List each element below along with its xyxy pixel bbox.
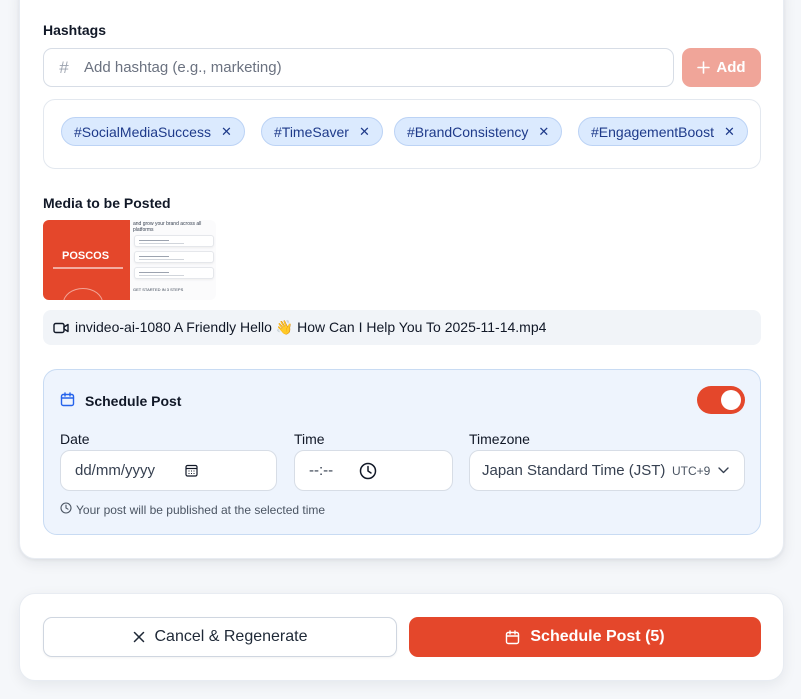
date-label: Date <box>60 431 90 447</box>
calendar-icon <box>506 629 520 644</box>
thumbnail-brand-panel: POSCOS <box>43 220 130 300</box>
hashtag-chip: #EngagementBoost ✕ <box>578 117 748 146</box>
timezone-offset: UTC+9 <box>672 463 711 478</box>
calendar-icon <box>60 392 75 412</box>
plus-icon <box>697 61 711 74</box>
add-hashtag-label: Add <box>716 59 746 76</box>
schedule-post-label: Schedule Post (5) <box>530 628 665 645</box>
remove-tag-icon[interactable]: ✕ <box>538 124 549 140</box>
hashtag-text: #BrandConsistency <box>407 123 529 140</box>
hashtags-heading: Hashtags <box>43 22 107 38</box>
clock-icon[interactable] <box>359 462 377 480</box>
hashtag-text: #EngagementBoost <box>591 123 714 140</box>
remove-tag-icon[interactable]: ✕ <box>724 124 735 140</box>
hashtag-text: #TimeSaver <box>274 123 349 140</box>
add-hashtag-button[interactable]: Add <box>682 48 761 87</box>
hashtag-list: #SocialMediaSuccess ✕ #TimeSaver ✕ #Bran… <box>43 99 761 169</box>
schedule-hint-text: Your post will be published at the selec… <box>76 502 326 517</box>
media-thumbnail[interactable]: POSCOS and grow your brand across all pl… <box>43 220 216 300</box>
media-file-name: invideo-ai-1080 A Friendly Hello 👋 How C… <box>75 319 547 335</box>
timezone-value: Japan Standard Time (JST) <box>482 462 666 479</box>
time-label: Time <box>294 431 325 447</box>
schedule-hint: Your post will be published at the selec… <box>60 502 325 517</box>
video-camera-icon <box>51 322 71 334</box>
remove-tag-icon[interactable]: ✕ <box>359 124 370 140</box>
schedule-post-button[interactable]: Schedule Post (5) <box>409 617 761 657</box>
chevron-down-icon <box>718 467 729 474</box>
thumbnail-footer: GET STARTED IN 3 STEPS <box>133 287 184 292</box>
thumbnail-decoration <box>63 288 103 300</box>
hashtag-input-wrapper[interactable]: # <box>43 48 674 87</box>
date-placeholder: dd/mm/yyyy <box>75 462 156 479</box>
hashtag-chip: #TimeSaver ✕ <box>261 117 383 146</box>
close-icon <box>133 631 144 643</box>
clock-icon <box>60 502 72 517</box>
schedule-title: Schedule Post <box>85 393 182 409</box>
timezone-select[interactable]: Japan Standard Time (JST) UTC+9 <box>469 450 745 491</box>
date-input[interactable]: dd/mm/yyyy <box>60 450 277 491</box>
media-file-row: invideo-ai-1080 A Friendly Hello 👋 How C… <box>43 310 761 345</box>
time-placeholder: --:-- <box>309 462 334 479</box>
hashtag-text: #SocialMediaSuccess <box>74 123 211 140</box>
schedule-toggle[interactable] <box>697 386 745 414</box>
remove-tag-icon[interactable]: ✕ <box>221 124 232 140</box>
thumbnail-divider <box>53 267 123 269</box>
thumbnail-step <box>134 235 214 247</box>
cancel-regenerate-label: Cancel & Regenerate <box>154 628 308 645</box>
hashtag-chip: #BrandConsistency ✕ <box>394 117 563 146</box>
thumbnail-brand: POSCOS <box>62 250 110 262</box>
thumbnail-step <box>134 251 214 263</box>
thumbnail-step <box>134 267 214 279</box>
schedule-panel: Schedule Post Date dd/mm/yyyy Time --:--… <box>43 369 761 535</box>
timezone-label: Timezone <box>469 431 530 447</box>
media-heading: Media to be Posted <box>43 195 171 211</box>
thumbnail-content-panel: and grow your brand across all platforms… <box>130 220 216 300</box>
hashtag-input[interactable] <box>84 49 673 86</box>
thumbnail-headline: and grow your brand across all platforms <box>133 221 202 233</box>
cancel-regenerate-button[interactable]: Cancel & Regenerate <box>43 617 397 657</box>
calendar-picker-icon[interactable] <box>185 464 198 477</box>
hash-icon: # <box>59 57 69 77</box>
time-input[interactable]: --:-- <box>294 450 453 491</box>
hashtag-chip: #SocialMediaSuccess ✕ <box>61 117 245 146</box>
